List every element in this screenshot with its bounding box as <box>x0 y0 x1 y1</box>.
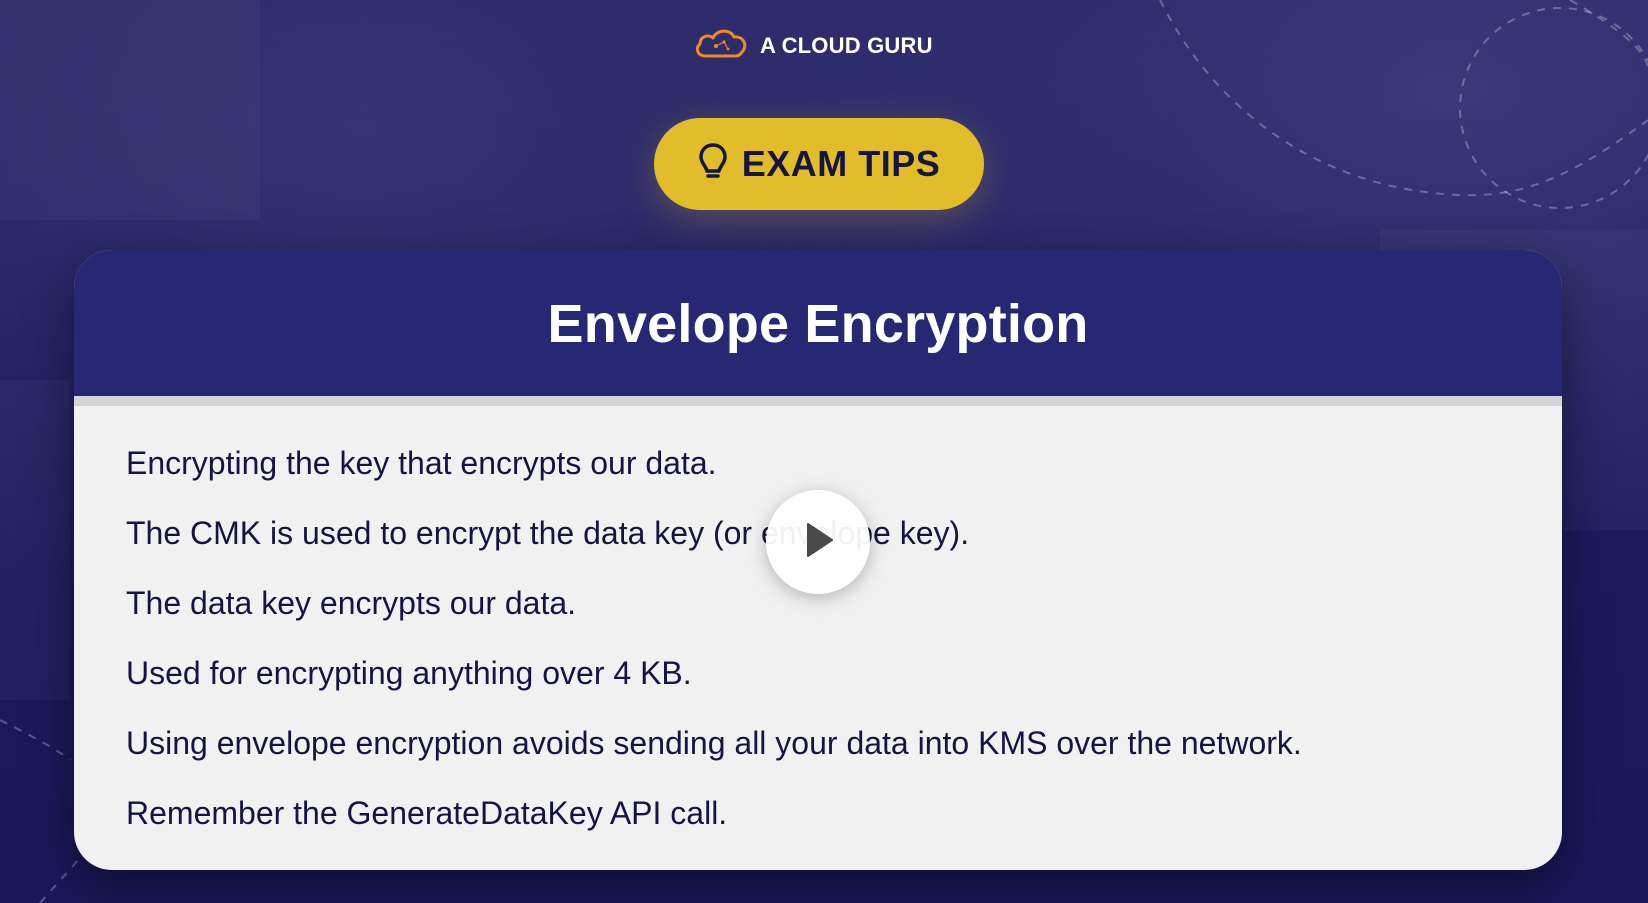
tip-line: Remember the GenerateDataKey API call. <box>126 795 728 831</box>
play-icon <box>798 518 838 567</box>
card-divider <box>74 396 1562 406</box>
card-header: Envelope Encryption <box>74 250 1562 396</box>
brand-name: A CLOUD GURU <box>760 32 933 58</box>
lightbulb-icon <box>698 142 728 187</box>
card-title: Envelope Encryption <box>547 294 1089 354</box>
exam-tips-badge: EXAM TIPS <box>654 118 984 210</box>
play-button[interactable] <box>766 490 870 594</box>
brand-logo: A CLOUD GURU <box>692 26 933 65</box>
tip-line: Used for encrypting anything over 4 KB. <box>126 655 692 691</box>
tip-line: Encrypting the key that encrypts our dat… <box>126 445 717 481</box>
cloud-logo-icon <box>692 26 750 65</box>
exam-tips-label: EXAM TIPS <box>741 143 941 184</box>
card-body: Encrypting the key that encrypts our dat… <box>74 406 1562 848</box>
tip-line: Using envelope encryption avoids sending… <box>126 725 1302 761</box>
